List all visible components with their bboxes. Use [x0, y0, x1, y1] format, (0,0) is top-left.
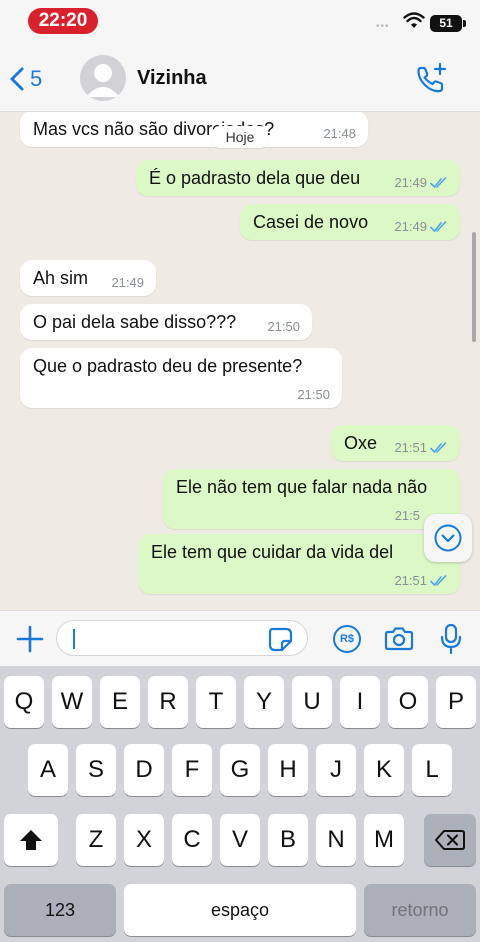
key-q[interactable]: Q: [4, 676, 44, 728]
message-time: 21:50: [297, 387, 330, 402]
key-w[interactable]: W: [52, 676, 92, 728]
status-bar: 22:20 ••• 51: [0, 0, 480, 44]
message-outgoing[interactable]: É o padrasto dela que deu 21:49: [136, 160, 460, 196]
text-cursor: [73, 629, 75, 649]
message-text: Ele não tem que falar nada não: [176, 477, 428, 497]
message-text: Que o padrasto deu de presente?: [33, 356, 303, 376]
message-meta: 21:48: [323, 126, 356, 141]
return-key[interactable]: retorno: [364, 884, 476, 936]
microphone-icon[interactable]: [440, 623, 462, 655]
message-meta: 21:49: [111, 275, 144, 290]
message-text: Ah sim: [33, 268, 89, 288]
key-d[interactable]: D: [124, 744, 164, 796]
key-x[interactable]: X: [124, 814, 164, 866]
message-meta: 21:49: [394, 219, 448, 234]
double-check-icon: [430, 441, 447, 453]
key-h[interactable]: H: [268, 744, 308, 796]
key-n[interactable]: N: [316, 814, 356, 866]
back-button[interactable]: 5: [10, 64, 42, 94]
status-time: 22:20: [28, 8, 98, 34]
key-s[interactable]: S: [76, 744, 116, 796]
message-time: 21:49: [111, 275, 144, 290]
chevron-left-icon: [10, 67, 24, 91]
key-j[interactable]: J: [316, 744, 356, 796]
message-incoming[interactable]: Que o padrasto deu de presente? 21:50: [20, 348, 342, 408]
message-time: 21:5: [394, 508, 420, 523]
key-l[interactable]: L: [412, 744, 452, 796]
message-meta: 21:51: [394, 440, 448, 455]
message-time: 21:49: [394, 219, 427, 234]
key-p[interactable]: P: [436, 676, 476, 728]
message-meta: 21:51: [394, 573, 448, 588]
key-u[interactable]: U: [292, 676, 332, 728]
message-outgoing[interactable]: Casei de novo 21:49: [240, 204, 460, 240]
key-a[interactable]: A: [28, 744, 68, 796]
key-b[interactable]: B: [268, 814, 308, 866]
message-time: 21:51: [394, 440, 427, 455]
numbers-key[interactable]: 123: [4, 884, 116, 936]
key-m[interactable]: M: [364, 814, 404, 866]
scroll-to-bottom-button[interactable]: [424, 514, 472, 562]
battery-icon: 51: [430, 15, 466, 32]
key-g[interactable]: G: [220, 744, 260, 796]
chat-header: 5 Vizinha: [0, 44, 480, 112]
key-k[interactable]: K: [364, 744, 404, 796]
keyboard: Q W E R T Y U I O P A S D F G H J K L Z …: [0, 666, 480, 942]
chevron-down-circle-icon: [434, 524, 462, 552]
message-outgoing[interactable]: Ele tem que cuidar da vida del 21:51: [138, 534, 460, 594]
shift-key[interactable]: [4, 814, 58, 866]
message-text: O pai dela sabe disso???: [33, 312, 237, 332]
message-outgoing[interactable]: Ele não tem que falar nada não 21:5: [163, 469, 460, 529]
wifi-icon: [403, 12, 425, 28]
message-outgoing[interactable]: Oxe 21:51: [331, 425, 460, 461]
key-y[interactable]: Y: [244, 676, 284, 728]
key-z[interactable]: Z: [76, 814, 116, 866]
key-r[interactable]: R: [148, 676, 188, 728]
add-call-icon[interactable]: [414, 62, 448, 94]
default-avatar-icon: [86, 64, 120, 97]
message-text: Ele tem que cuidar da vida del: [151, 542, 394, 562]
message-incoming[interactable]: Ah sim 21:49: [20, 260, 156, 296]
message-time: 21:49: [394, 175, 427, 190]
backspace-key[interactable]: [424, 814, 476, 866]
avatar[interactable]: [80, 55, 126, 101]
message-text: Casei de novo: [253, 212, 369, 232]
date-divider: Hoje: [212, 126, 268, 148]
message-time: 21:50: [267, 319, 300, 334]
sticker-icon[interactable]: [268, 627, 294, 653]
key-o[interactable]: O: [388, 676, 428, 728]
key-v[interactable]: V: [220, 814, 260, 866]
shift-icon: [20, 830, 42, 850]
chat-area[interactable]: Mas vcs não são divorciados? 21:48 Hoje …: [0, 112, 480, 610]
contact-name[interactable]: Vizinha: [137, 67, 207, 90]
backspace-icon: [435, 830, 465, 850]
double-check-icon: [430, 574, 447, 586]
pix-payment-icon[interactable]: R$: [333, 625, 361, 653]
scrollbar[interactable]: [472, 232, 476, 342]
space-key[interactable]: espaço: [124, 884, 356, 936]
message-meta: 21:50: [267, 319, 300, 334]
key-t[interactable]: T: [196, 676, 236, 728]
message-meta: 21:5: [395, 508, 420, 523]
key-e[interactable]: E: [100, 676, 140, 728]
message-time: 21:51: [394, 573, 427, 588]
message-input-bar: R$: [0, 610, 480, 666]
dynamic-island-dots: •••: [376, 21, 390, 32]
message-incoming[interactable]: Mas vcs não são divorciados? 21:48: [20, 112, 368, 147]
message-meta: 21:50: [297, 387, 330, 402]
double-check-icon: [430, 176, 447, 188]
message-incoming[interactable]: O pai dela sabe disso??? 21:50: [20, 304, 312, 340]
key-f[interactable]: F: [172, 744, 212, 796]
message-meta: 21:49: [394, 175, 448, 190]
key-c[interactable]: C: [172, 814, 212, 866]
message-text: É o padrasto dela que deu: [149, 168, 361, 188]
message-time: 21:48: [323, 126, 356, 141]
unread-count: 5: [30, 66, 43, 91]
double-check-icon: [430, 220, 447, 232]
key-i[interactable]: I: [340, 676, 380, 728]
message-text: Oxe: [344, 433, 378, 453]
camera-icon[interactable]: [384, 626, 414, 652]
plus-icon[interactable]: [16, 625, 44, 653]
